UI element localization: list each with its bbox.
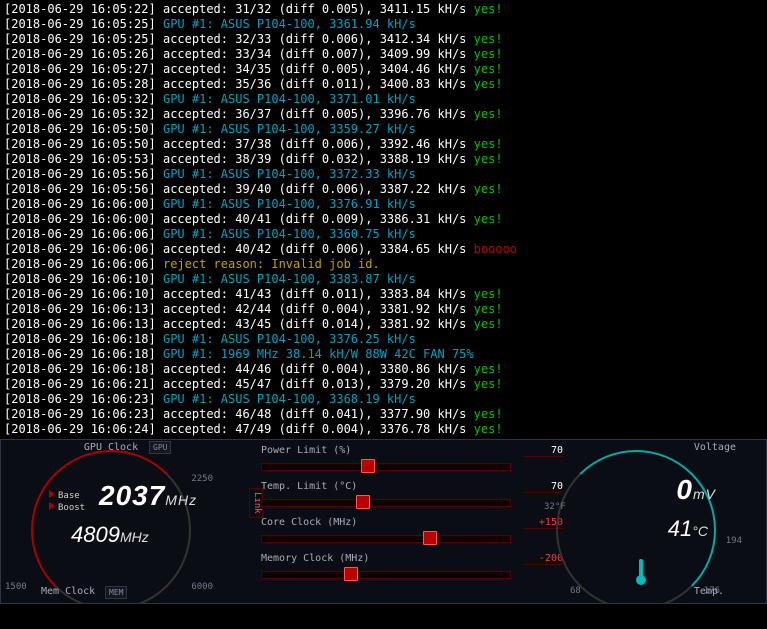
gpu-clock-gauge: GPU Clock GPU 2250 6000 1500 Base Boost … [11, 440, 211, 600]
gpu-tick-1500: 1500 [5, 582, 27, 592]
temp-tick-32: 32°F [544, 502, 566, 512]
mem-clock-value: 4809MHz [71, 522, 149, 548]
slider-group: Power Limit (%) 70 Temp. Limit (°C) 70 C… [261, 445, 561, 589]
mem-chip[interactable]: MEM [105, 586, 127, 599]
temp-value: 41°C [668, 516, 708, 542]
temp-label: Temp. [694, 586, 724, 597]
voltage-value: 0mV [676, 474, 716, 506]
mem-clock-label: Mem Clock [41, 586, 95, 597]
memory-clock-slider[interactable]: Memory Clock (MHz) -200 [261, 553, 561, 579]
power-limit-slider[interactable]: Power Limit (%) 70 [261, 445, 561, 471]
mem-tick-6000: 6000 [191, 582, 213, 592]
base-label: Base [49, 490, 80, 501]
core-clock-slider[interactable]: Core Clock (MHz) +150 [261, 517, 561, 543]
thermometer-icon [634, 557, 646, 585]
temp-tick-68: 68 [570, 586, 581, 596]
temp-tick-194: 194 [726, 536, 742, 546]
terminal-output: [2018-06-29 16:05:22] accepted: 31/32 (d… [0, 0, 767, 439]
temp-limit-slider[interactable]: Temp. Limit (°C) 70 [261, 481, 561, 507]
gpu-clock-value: 2037MHz [99, 480, 197, 512]
voltage-temp-gauge: Voltage 0mV 41°C 32°F 194 68 176 [546, 440, 746, 600]
gpu-chip[interactable]: GPU [149, 441, 171, 454]
afterburner-panel: GPU Clock GPU 2250 6000 1500 Base Boost … [0, 439, 767, 604]
boost-label: Boost [49, 502, 85, 513]
